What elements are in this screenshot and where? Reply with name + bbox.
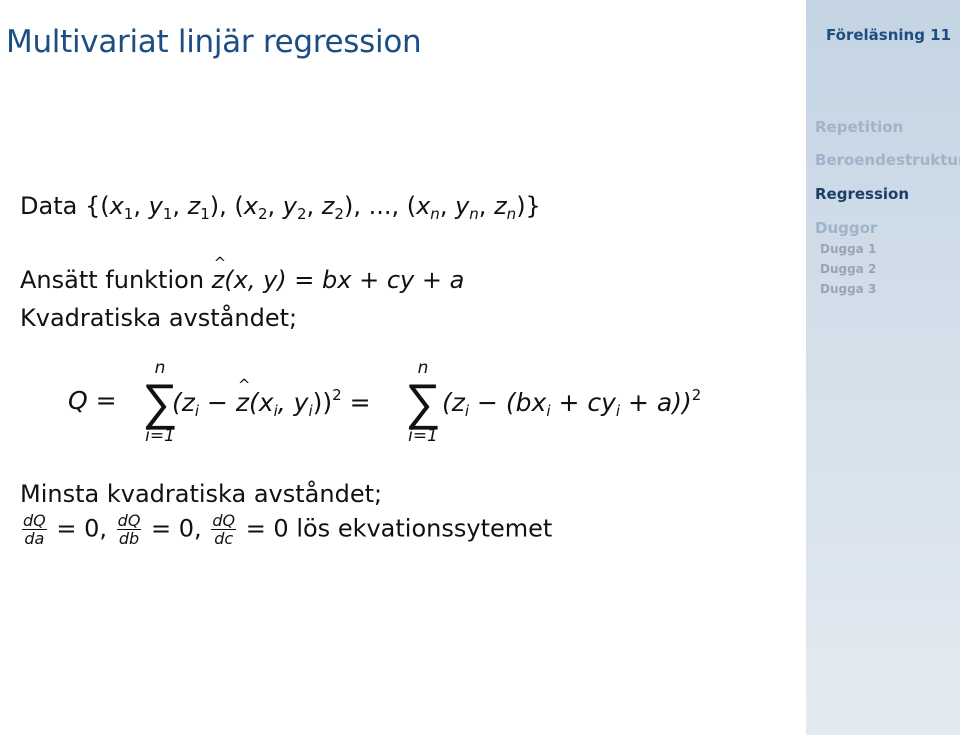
kvadratiska-label: Kvadratiska avståndet; (20, 304, 298, 332)
model-line: Ansätt funktion z(x, y) = bx + cy + a (20, 254, 465, 294)
ansatt-label: Ansätt funktion (20, 266, 205, 294)
sidebar-subitem-dugga-2[interactable]: Dugga 2 (820, 262, 876, 276)
sidebar-navigation: Föreläsning 11 Repetition Beroendestrukt… (806, 0, 960, 735)
data-line: Data {(x1, y1, z1), (x2, y2, z2), ..., (… (20, 192, 541, 223)
minsta-label: Minsta kvadratiska avståndet; (20, 480, 383, 508)
slide-title: Multivariat linjär regression (6, 24, 422, 60)
q-lhs: Q = (68, 386, 117, 415)
sidebar-item-repetition[interactable]: Repetition (815, 118, 903, 136)
model-rhs: = bx + cy + a (286, 266, 465, 294)
sidebar-subitem-dugga-1[interactable]: Dugga 1 (820, 242, 876, 256)
sidebar-lecture-title[interactable]: Föreläsning 11 (826, 26, 951, 44)
sum-lower-limit: i=1 (145, 426, 175, 446)
sum-lower-limit: i=1 (408, 426, 438, 446)
term-2: (zi − (bxi + cyi + a))2 (442, 386, 702, 420)
term-1: (zi − z(xi, yi))2 = (172, 376, 371, 420)
sidebar-subitem-dugga-3[interactable]: Dugga 3 (820, 282, 876, 296)
model-lhs: z(x, y) (212, 254, 287, 294)
sidebar-item-beroendestrukturer[interactable]: Beroendestrukturer (815, 151, 960, 169)
derivative-a: dQ da (22, 511, 47, 548)
sidebar-item-regression[interactable]: Regression (815, 185, 909, 203)
data-set: {(x1, y1, z1), (x2, y2, z2), ..., (xn, y… (84, 192, 541, 223)
derivative-b: dQ db (116, 511, 142, 548)
slide-main: Multivariat linjär regression Data {(x1,… (0, 0, 806, 735)
sidebar-item-duggor[interactable]: Duggor (815, 219, 877, 237)
data-label: Data (20, 192, 78, 220)
solve-text: lös ekvationssytemet (296, 514, 553, 543)
derivative-c: dQ dc (211, 511, 237, 548)
sum-of-squares-equation: Q = n ∑ i=1 (zi − z(xi, yi))2 = n ∑ i=1 … (68, 358, 768, 458)
derivatives-line: dQ da = 0, dQ db = 0, dQ dc = 0 lös ekvatio… (22, 511, 553, 548)
